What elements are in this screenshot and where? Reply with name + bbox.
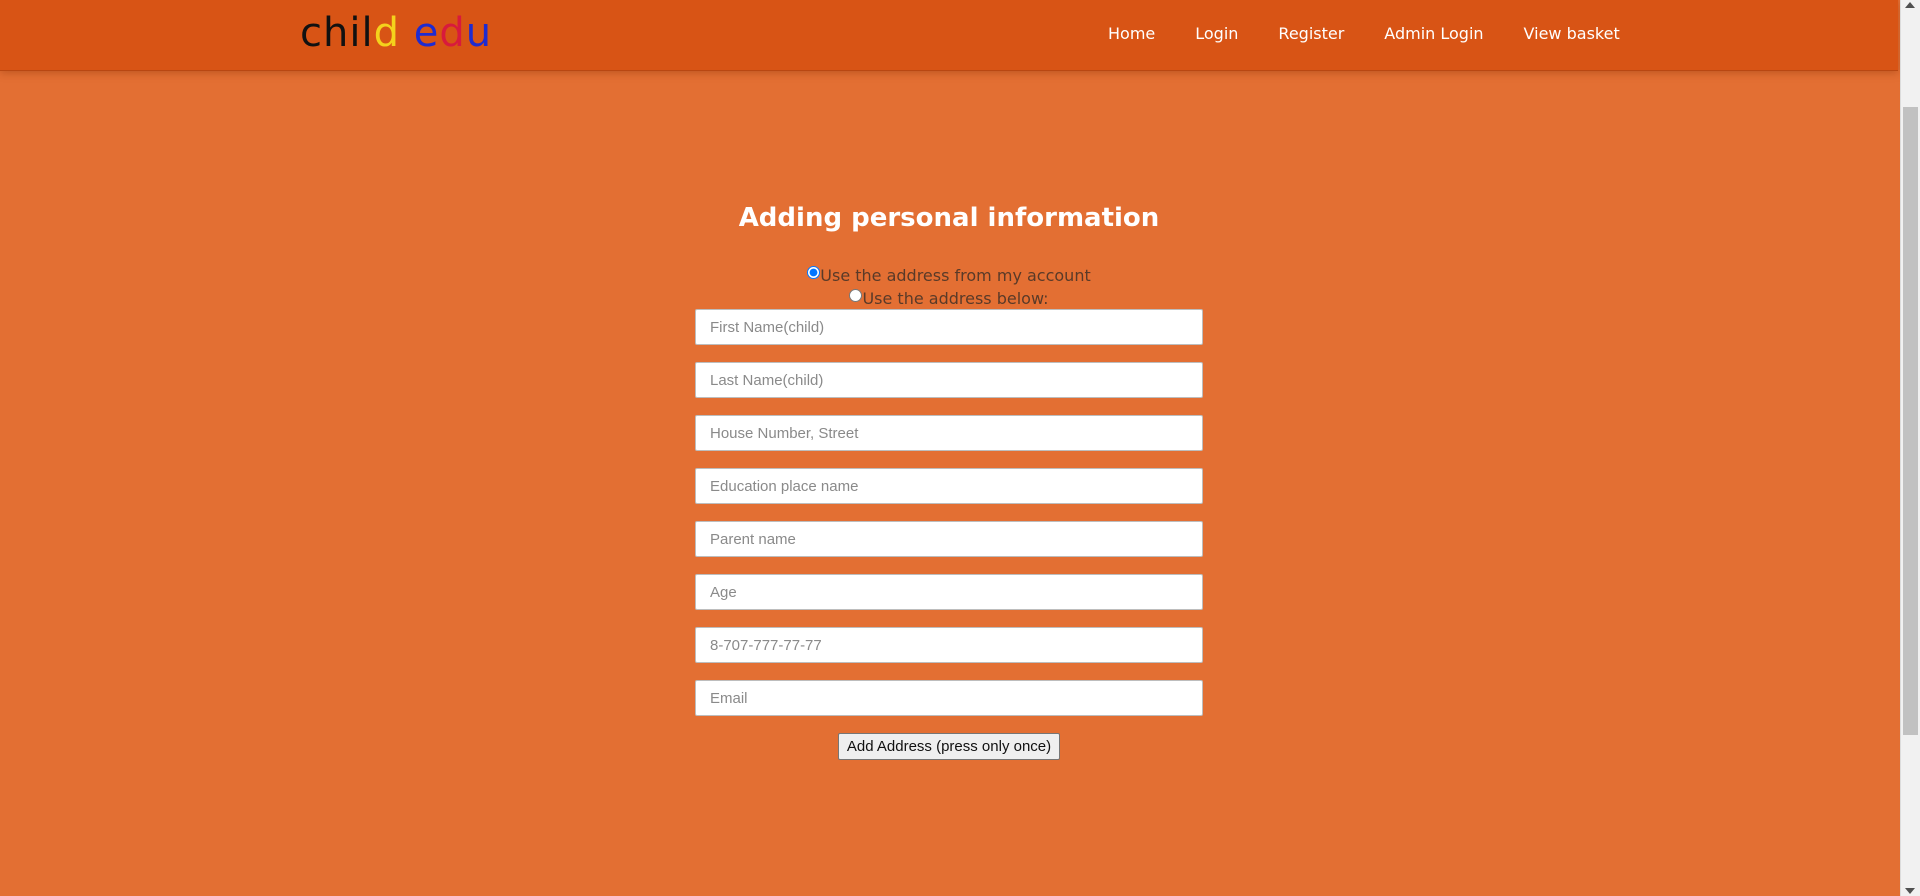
radio-option-account-address: Use the address from my account bbox=[0, 266, 1898, 285]
nav-link-home[interactable]: Home bbox=[1108, 24, 1155, 43]
scroll-up-arrow-icon[interactable] bbox=[1905, 2, 1915, 8]
account-address-radio[interactable] bbox=[807, 266, 821, 279]
vertical-scrollbar[interactable] bbox=[1900, 0, 1920, 896]
site-logo[interactable]: child edu bbox=[300, 10, 492, 56]
phone-input[interactable] bbox=[695, 627, 1203, 663]
age-input[interactable] bbox=[695, 574, 1203, 610]
logo-letter: d bbox=[439, 10, 466, 56]
education-place-input[interactable] bbox=[695, 468, 1203, 504]
page-title: Adding personal information bbox=[738, 203, 1160, 233]
logo-letter: u bbox=[465, 10, 493, 56]
logo-letter: h bbox=[323, 10, 350, 56]
top-navbar: child edu Home Login Register Admin Logi… bbox=[0, 0, 1898, 71]
scrollbar-thumb[interactable] bbox=[1903, 107, 1918, 735]
scroll-down-arrow-icon[interactable] bbox=[1905, 888, 1915, 894]
account-address-label: Use the address from my account bbox=[820, 266, 1091, 285]
last-name-child-input[interactable] bbox=[695, 362, 1203, 398]
logo-letter: c bbox=[300, 10, 323, 56]
logo-letter: i bbox=[349, 10, 362, 56]
parent-name-input[interactable] bbox=[695, 521, 1203, 557]
main-nav: Home Login Register Admin Login View bas… bbox=[1108, 24, 1660, 43]
add-address-button[interactable]: Add Address (press only once) bbox=[838, 733, 1060, 760]
email-input[interactable] bbox=[695, 680, 1203, 716]
custom-address-label: Use the address below: bbox=[862, 289, 1049, 308]
custom-address-radio[interactable] bbox=[849, 289, 863, 302]
house-street-input[interactable] bbox=[695, 415, 1203, 451]
nav-link-admin-login[interactable]: Admin Login bbox=[1384, 24, 1483, 43]
logo-letter: e bbox=[413, 10, 440, 56]
address-form bbox=[695, 309, 1203, 733]
radio-option-custom-address: Use the address below: bbox=[0, 289, 1898, 308]
logo-letter: d bbox=[373, 10, 400, 56]
nav-link-view-basket[interactable]: View basket bbox=[1524, 24, 1620, 43]
logo-letter: l bbox=[361, 10, 374, 56]
logo-space bbox=[400, 10, 414, 56]
nav-link-register[interactable]: Register bbox=[1278, 24, 1344, 43]
first-name-child-input[interactable] bbox=[695, 309, 1203, 345]
nav-link-login[interactable]: Login bbox=[1195, 24, 1238, 43]
